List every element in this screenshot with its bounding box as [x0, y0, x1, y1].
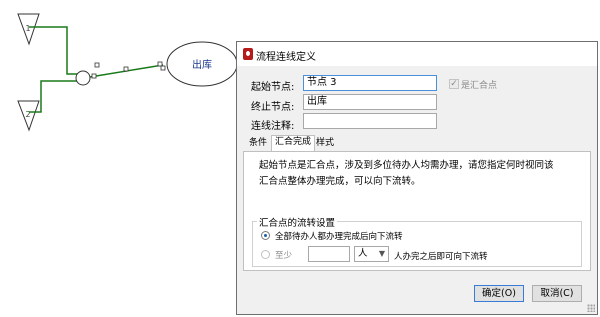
group-title: 汇合点的流转设置	[257, 215, 338, 229]
option-all-complete-label: 全部待办人都办理完成后向下流转	[275, 232, 403, 242]
connector-handle[interactable]	[91, 73, 97, 79]
radio-at-least[interactable]	[261, 250, 270, 259]
start-node-label: 起始节点:	[251, 82, 295, 93]
at-least-count-field[interactable]	[308, 246, 350, 262]
start-node-field[interactable]: 节点 3	[303, 75, 437, 91]
chevron-down-icon: ▼	[378, 249, 385, 258]
merge-flow-settings-group: 汇合点的流转设置 全部待办人都办理完成后向下流转 至少 人 ▼ 人办完之后即可向…	[252, 215, 582, 267]
tab-style[interactable]: 样式	[313, 137, 337, 151]
merge-complete-panel: 起始节点是汇合点，涉及到多位待办人均需办理，请您指定何时视同该汇合点整体办理完成…	[243, 151, 591, 271]
link-note-field[interactable]	[303, 113, 437, 129]
dialog-title: 流程连线定义	[256, 52, 316, 63]
radio-all-complete[interactable]	[261, 231, 270, 240]
cancel-button[interactable]: 取消(C)	[532, 285, 582, 302]
flow-end-node-label: 出库	[192, 58, 212, 71]
flow-start-node-bottom[interactable]: 2	[17, 100, 40, 132]
option-at-least-label: 至少	[275, 251, 293, 261]
at-least-suffix-label: 人办完之后即可向下流转	[394, 252, 488, 262]
connector-handle[interactable]	[123, 66, 129, 72]
resize-grip-icon[interactable]	[587, 304, 595, 312]
merge-description: 起始节点是汇合点，涉及到多位待办人均需办理，请您指定何时视同该汇合点整体办理完成…	[259, 160, 554, 187]
dialog-titlebar[interactable]: 流程连线定义	[237, 42, 597, 66]
link-note-label: 连线注释:	[251, 121, 295, 132]
connector-handle[interactable]	[94, 62, 100, 68]
tab-merge-complete[interactable]: 汇合完成	[271, 135, 316, 152]
end-node-field[interactable]: 出库	[303, 94, 437, 110]
tab-condition[interactable]: 条件	[246, 137, 270, 151]
svg-text:1: 1	[25, 24, 30, 33]
connector-handle[interactable]	[160, 65, 166, 71]
flow-start-node-top[interactable]: 1	[17, 13, 40, 46]
connector-top[interactable]	[29, 26, 78, 75]
at-least-unit-value: 人	[358, 248, 368, 259]
end-node-label: 终止节点:	[251, 102, 295, 113]
at-least-unit-select[interactable]: 人 ▼	[354, 246, 389, 262]
link-definition-dialog: 流程连线定义 起始节点: 节点 3 ✓ 是汇合点 终止节点: 出库 连线注释: …	[236, 41, 598, 315]
flow-merge-node[interactable]	[75, 70, 91, 86]
merge-point-checkbox-label: 是汇合点	[461, 81, 498, 91]
ok-button[interactable]: 确定(O)	[474, 285, 524, 302]
connector-handle[interactable]	[157, 61, 163, 67]
merge-point-checkbox[interactable]: ✓	[449, 79, 459, 89]
app-logo-icon	[243, 48, 253, 60]
